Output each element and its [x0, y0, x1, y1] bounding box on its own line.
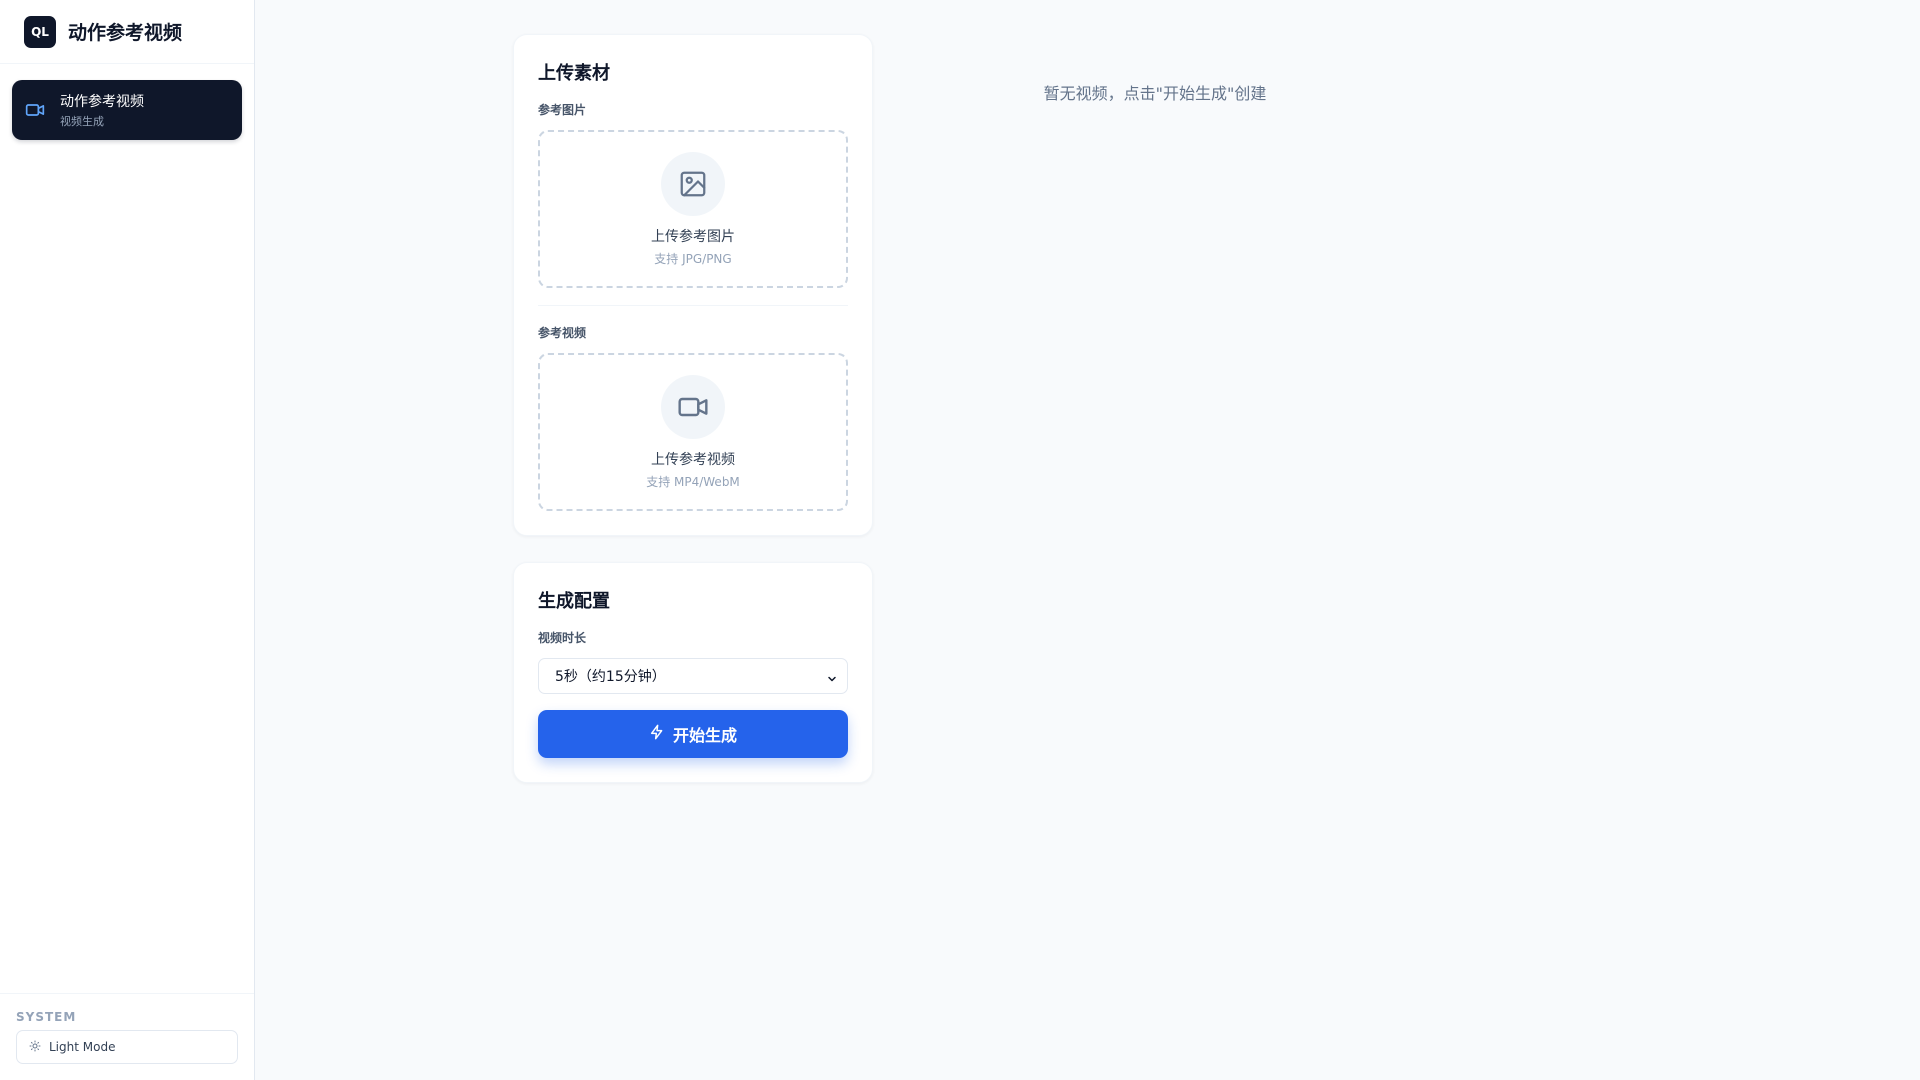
generate-button[interactable]: 开始生成 — [538, 710, 848, 758]
sun-icon — [29, 1040, 41, 1055]
sidebar-item-sublabel: 视频生成 — [60, 115, 104, 128]
sidebar-nav: 动作参考视频 视频生成 — [0, 64, 254, 993]
reference-video-dropzone[interactable]: 上传参考视频 支持 MP4/WebM — [538, 353, 848, 511]
video-duration-select[interactable]: 5秒（约15分钟） — [538, 658, 848, 694]
lightning-icon — [649, 724, 665, 744]
upload-card: 上传素材 参考图片 上传参考图片 支持 JPG/PNG 参考视频 上传参考视频 … — [513, 34, 873, 536]
system-section-title: SYSTEM — [16, 1010, 77, 1024]
reference-video-dropzone-title: 上传参考视频 — [651, 451, 735, 468]
video-icon — [24, 99, 46, 121]
chevron-down-icon — [826, 670, 838, 689]
upload-card-title: 上传素材 — [538, 63, 610, 84]
theme-toggle-button[interactable]: Light Mode — [16, 1030, 238, 1064]
sidebar-header: QL 动作参考视频 — [0, 0, 254, 64]
divider — [538, 305, 848, 306]
sidebar-footer: SYSTEM Light Mode — [0, 993, 254, 1080]
reference-image-dropzone-title: 上传参考图片 — [651, 228, 735, 245]
config-card: 生成配置 视频时长 5秒（约15分钟） 开始生成 — [513, 562, 873, 783]
sidebar-item-motion-reference-video[interactable]: 动作参考视频 视频生成 — [12, 80, 242, 140]
sidebar-item-label: 动作参考视频 — [60, 94, 144, 110]
main-content: 上传素材 参考图片 上传参考图片 支持 JPG/PNG 参考视频 上传参考视频 … — [255, 0, 1920, 1080]
app-logo: QL — [24, 15, 56, 48]
app-title: 动作参考视频 — [68, 22, 183, 44]
image-icon — [661, 151, 725, 216]
sidebar: QL 动作参考视频 动作参考视频 视频生成 SYSTEM Light Mode — [0, 0, 255, 1080]
video-duration-label: 视频时长 — [538, 631, 587, 645]
video-icon — [661, 374, 725, 439]
reference-video-label: 参考视频 — [538, 326, 587, 340]
reference-image-dropzone[interactable]: 上传参考图片 支持 JPG/PNG — [538, 130, 848, 288]
reference-video-format-hint: 支持 MP4/WebM — [646, 474, 740, 489]
video-duration-selected-value: 5秒（约15分钟） — [555, 669, 666, 685]
config-card-title: 生成配置 — [538, 591, 610, 612]
theme-toggle-label: Light Mode — [49, 1040, 116, 1054]
control-column: 上传素材 参考图片 上传参考图片 支持 JPG/PNG 参考视频 上传参考视频 … — [513, 34, 873, 783]
reference-image-format-hint: 支持 JPG/PNG — [654, 251, 732, 266]
sidebar-item-text: 动作参考视频 视频生成 — [60, 91, 144, 129]
empty-preview-message: 暂无视频，点击"开始生成"创建 — [1043, 84, 1267, 103]
generate-button-label: 开始生成 — [672, 726, 737, 745]
reference-image-label: 参考图片 — [538, 103, 587, 117]
app-root: QL 动作参考视频 动作参考视频 视频生成 SYSTEM Light Mode … — [0, 0, 1920, 1080]
video-duration-select-wrapper: 5秒（约15分钟） — [538, 658, 848, 694]
